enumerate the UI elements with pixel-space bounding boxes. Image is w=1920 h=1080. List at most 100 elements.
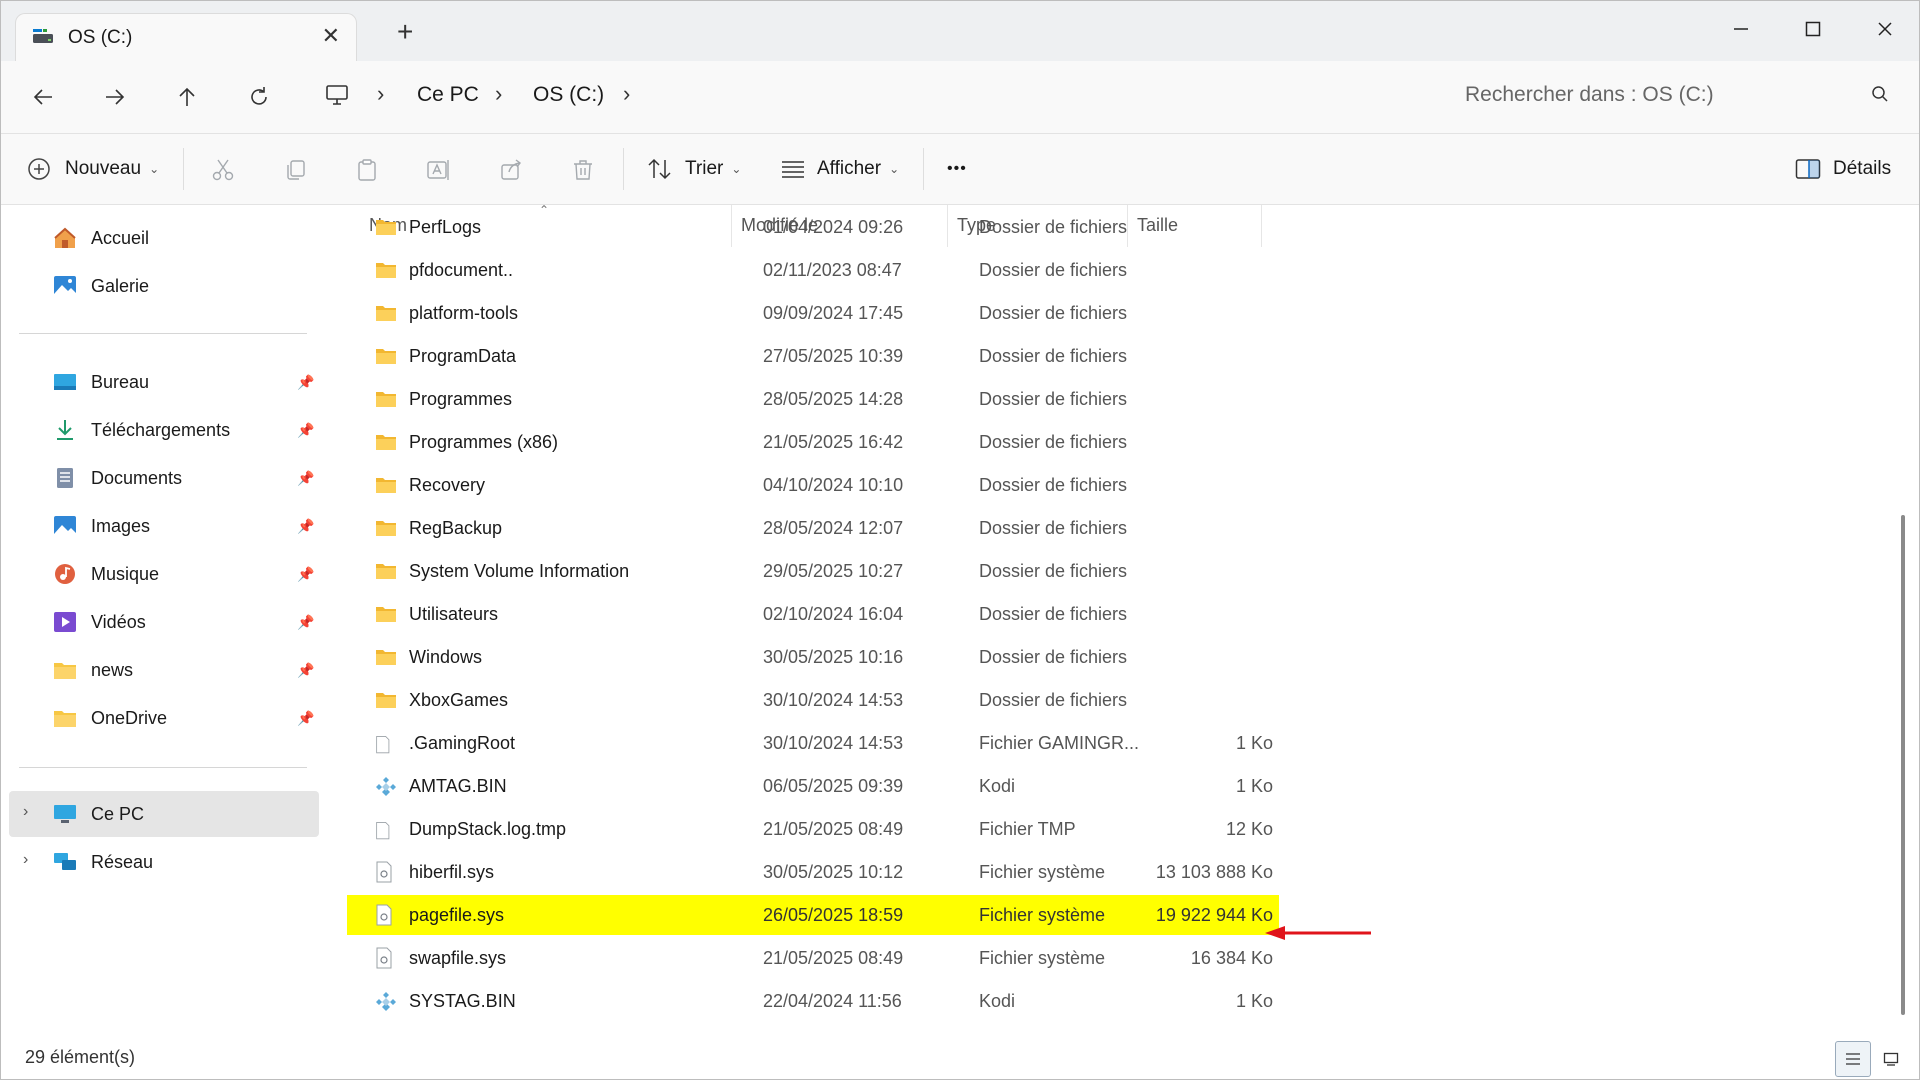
toolbar-divider bbox=[623, 148, 624, 190]
up-button[interactable] bbox=[169, 79, 205, 115]
sidebar-item-telechargements[interactable]: Téléchargements 📌 bbox=[9, 407, 319, 453]
file-row[interactable]: hiberfil.sys 30/05/2025 10:12 Fichier syst… bbox=[347, 852, 1279, 892]
sidebar-item-images[interactable]: Images 📌 bbox=[9, 503, 319, 549]
maximize-button[interactable] bbox=[1785, 9, 1841, 49]
folder-icon bbox=[376, 263, 396, 278]
file-modified: 28/05/2024 12:07 bbox=[763, 518, 904, 538]
file-row[interactable]: System Volume Information 29/05/2025 10:2… bbox=[347, 551, 1279, 591]
file-row[interactable]: platform-tools 09/09/2024 17:45 Dossier de… bbox=[347, 293, 1279, 333]
details-pane-button[interactable]: Détails bbox=[1795, 152, 1891, 186]
trash-icon bbox=[574, 160, 592, 180]
arrow-right-icon bbox=[106, 89, 125, 105]
pin-icon[interactable]: 📌 bbox=[297, 422, 314, 439]
file-row[interactable]: Windows 30/05/2025 10:16 Dossier de fichie… bbox=[347, 637, 1279, 677]
chevron-right-icon[interactable]: › bbox=[623, 81, 630, 107]
close-icon bbox=[1878, 22, 1892, 36]
sort-button[interactable]: Trier ⌄ bbox=[647, 152, 741, 186]
file-type: Kodi bbox=[979, 991, 1016, 1011]
sidebar-item-onedrive[interactable]: OneDrive 📌 bbox=[9, 695, 319, 741]
file-list: Nom ⌃ Modifié le Type Taille PerfLogs01/… bbox=[323, 205, 1903, 1035]
tab-close-button[interactable]: ✕ bbox=[322, 23, 340, 49]
system-file-icon bbox=[376, 904, 392, 926]
tiles-view-button[interactable] bbox=[1873, 1041, 1909, 1077]
file-row[interactable]: Utilisateurs 02/10/2024 16:04 Dossier de f… bbox=[347, 594, 1279, 634]
cut-button[interactable] bbox=[209, 156, 237, 184]
minimize-button[interactable] bbox=[1713, 9, 1769, 49]
file-row[interactable]: Recovery 04/10/2024 10:10 Dossier de fichi… bbox=[347, 465, 1279, 505]
file-row[interactable]: Programmes 28/05/2025 14:28 Dossier de fic… bbox=[347, 379, 1279, 419]
file-row[interactable]: swapfile.sys 21/05/2025 08:49 Fichier syst… bbox=[347, 938, 1279, 978]
refresh-button[interactable] bbox=[241, 79, 277, 115]
tiles-view-icon bbox=[1883, 1052, 1899, 1066]
pin-icon[interactable]: 📌 bbox=[297, 374, 314, 391]
computer-icon bbox=[54, 805, 76, 823]
copy-button[interactable] bbox=[281, 156, 309, 184]
file-row[interactable]: RegBackup 28/05/2024 12:07 Dossier de fich… bbox=[347, 508, 1279, 548]
file-row[interactable]: XboxGames 30/10/2024 14:53 Dossier de fich… bbox=[347, 680, 1279, 720]
file-type: Dossier de fichiers bbox=[979, 389, 1128, 409]
folder-icon bbox=[376, 392, 396, 407]
file-row[interactable]: AMTAG.BIN 06/05/2025 09:39 Kodi 1 Ko bbox=[347, 766, 1279, 806]
sidebar-item-documents[interactable]: Documents 📌 bbox=[9, 455, 319, 501]
pin-icon[interactable]: 📌 bbox=[297, 710, 314, 727]
file-row[interactable]: pagefile.sys 26/05/2025 18:59 Fichier syst… bbox=[347, 895, 1279, 935]
sidebar-divider bbox=[19, 333, 307, 334]
breadcrumb-this-pc[interactable]: Ce PC bbox=[417, 83, 479, 107]
chevron-right-icon[interactable]: › bbox=[23, 803, 28, 821]
chevron-right-icon: › bbox=[377, 81, 385, 106]
close-window-button[interactable] bbox=[1857, 9, 1913, 49]
delete-button[interactable] bbox=[569, 156, 597, 184]
more-options-button[interactable]: ••• bbox=[947, 152, 967, 186]
file-row[interactable]: PerfLogs 01/04/2024 09:26 Dossier de fichi… bbox=[347, 207, 1279, 247]
file-row[interactable]: .GamingRoot 30/10/2024 14:53 Fichier GAMIN… bbox=[347, 723, 1279, 763]
view-label: Afficher bbox=[817, 158, 882, 179]
file-name: SYSTAG.BIN bbox=[409, 991, 516, 1011]
sidebar-item-musique[interactable]: Musique 📌 bbox=[9, 551, 319, 597]
pin-icon[interactable]: 📌 bbox=[297, 470, 314, 487]
vertical-scrollbar[interactable] bbox=[1901, 515, 1905, 1015]
share-button[interactable] bbox=[497, 156, 525, 184]
pin-icon[interactable]: 📌 bbox=[297, 662, 314, 679]
back-button[interactable] bbox=[25, 79, 61, 115]
sidebar-item-accueil[interactable]: Accueil bbox=[9, 215, 319, 261]
file-type: Fichier TMP bbox=[979, 819, 1076, 839]
tab-title: OS (C:) bbox=[68, 27, 133, 48]
tab-os-c[interactable]: OS (C:) ✕ bbox=[15, 13, 357, 61]
paste-button[interactable] bbox=[353, 156, 381, 184]
details-view-button[interactable] bbox=[1835, 1041, 1871, 1077]
breadcrumb-os-c[interactable]: OS (C:) bbox=[533, 83, 604, 107]
sidebar-item-galerie[interactable]: Galerie bbox=[9, 263, 319, 309]
sidebar-item-news[interactable]: news 📌 bbox=[9, 647, 319, 693]
toolbar-divider bbox=[183, 148, 184, 190]
address-bar[interactable]: › Ce PC › OS (C:) › bbox=[307, 69, 1433, 121]
file-row[interactable]: ProgramData 27/05/2025 10:39 Dossier de fi… bbox=[347, 336, 1279, 376]
new-tab-button[interactable]: + bbox=[397, 18, 413, 46]
sort-icon bbox=[648, 158, 671, 180]
file-modified: 30/05/2025 10:16 bbox=[763, 647, 904, 667]
file-row[interactable]: Programmes (x86) 21/05/2025 16:42 Dossier … bbox=[347, 422, 1279, 462]
sidebar-item-bureau[interactable]: Bureau 📌 bbox=[9, 359, 319, 405]
forward-button[interactable] bbox=[97, 79, 133, 115]
pin-icon[interactable]: 📌 bbox=[297, 518, 314, 535]
sidebar-item-reseau[interactable]: › Réseau bbox=[9, 839, 319, 885]
search-input[interactable] bbox=[1433, 69, 1913, 121]
music-icon bbox=[55, 564, 75, 584]
file-type: Dossier de fichiers bbox=[979, 561, 1128, 581]
search-box[interactable] bbox=[1433, 69, 1913, 121]
sidebar-item-ce-pc[interactable]: › Ce PC bbox=[9, 791, 319, 837]
view-button[interactable]: Afficher ⌄ bbox=[781, 152, 899, 186]
sidebar-item-label: Galerie bbox=[91, 276, 150, 296]
rename-button[interactable] bbox=[425, 156, 453, 184]
pin-icon[interactable]: 📌 bbox=[297, 566, 314, 583]
new-button[interactable]: Nouveau ⌄ bbox=[27, 152, 159, 186]
file-row[interactable]: DumpStack.log.tmp 21/05/2025 08:49 Fichier… bbox=[347, 809, 1279, 849]
sidebar-item-label: Accueil bbox=[91, 228, 150, 248]
sidebar-item-videos[interactable]: Vidéos 📌 bbox=[9, 599, 319, 645]
file-modified: 21/05/2025 16:42 bbox=[763, 432, 904, 452]
pin-icon[interactable]: 📌 bbox=[297, 614, 314, 631]
sidebar-item-label: Ce PC bbox=[91, 804, 145, 824]
file-row[interactable]: SYSTAG.BIN 22/04/2024 11:56 Kodi 1 Ko bbox=[347, 981, 1279, 1021]
file-row[interactable]: pfdocument.. 02/11/2023 08:47 Dossier de f… bbox=[347, 250, 1279, 290]
chevron-right-icon[interactable]: › bbox=[23, 851, 28, 869]
file-modified: 30/10/2024 14:53 bbox=[763, 733, 904, 753]
